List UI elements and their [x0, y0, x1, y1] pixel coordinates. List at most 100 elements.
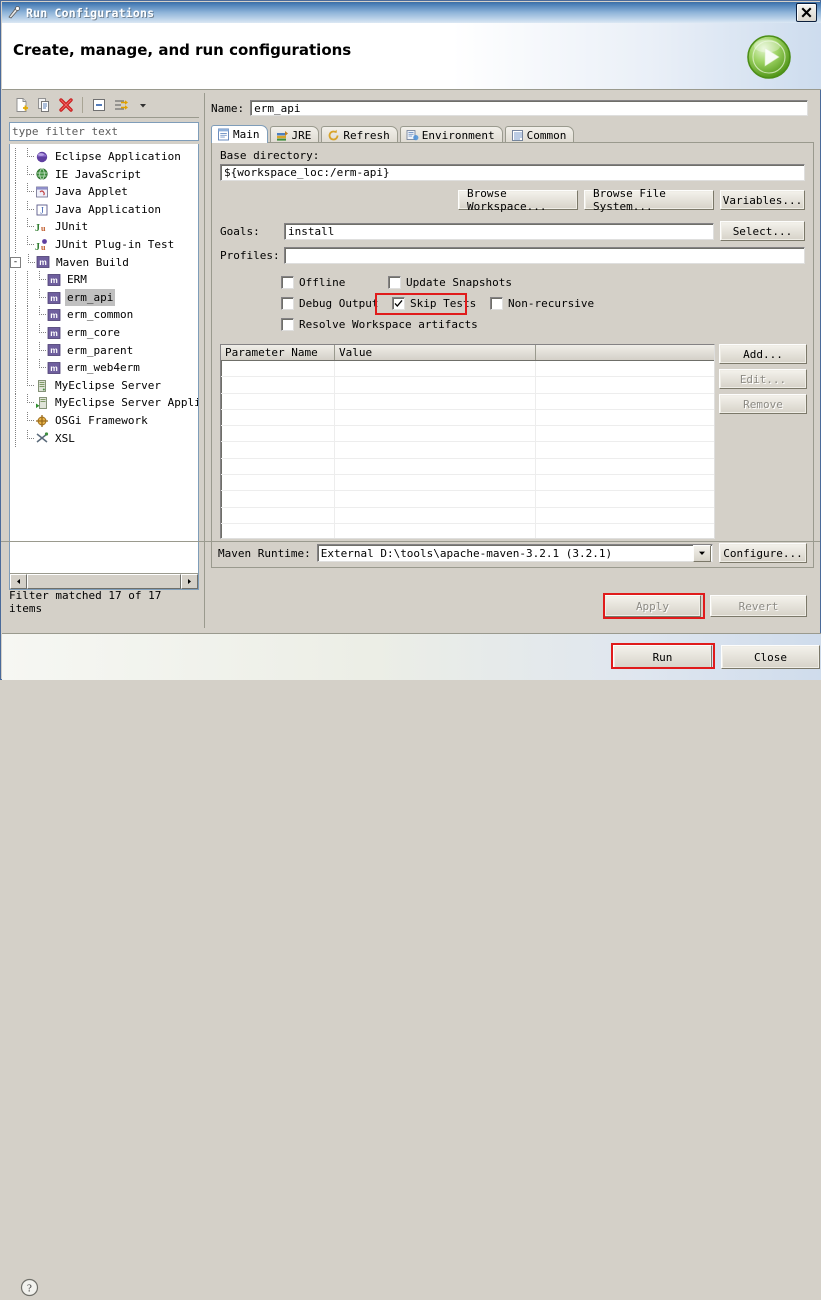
remove-parameter-button[interactable]: Remove — [719, 394, 807, 414]
tab-environment[interactable]: Environment — [400, 126, 503, 143]
tab-jre[interactable]: JRE — [270, 126, 320, 143]
maven-runtime-select[interactable]: External D:\tools\apache-maven-3.2.1 (3.… — [317, 544, 713, 562]
profiles-input[interactable] — [284, 247, 805, 264]
table-row[interactable] — [221, 475, 714, 491]
scrollbar-thumb[interactable] — [27, 574, 181, 589]
tree-expander-maven-build[interactable]: - — [10, 257, 21, 268]
tab-refresh[interactable]: Refresh — [321, 126, 397, 143]
tree-elbow — [34, 306, 46, 324]
svg-text:J: J — [40, 205, 44, 215]
name-row: Name: erm_api — [211, 99, 814, 117]
base-directory-input[interactable]: ${workspace_loc:/erm-api} — [220, 164, 805, 181]
configurations-toolbar — [9, 93, 199, 118]
tree-item-myeclipse-server-application[interactable]: MyEclipse Server Appli — [10, 394, 198, 412]
tree-item-xsl[interactable]: XSL — [10, 430, 198, 448]
tree-item-java-application[interactable]: J Java Application — [10, 201, 198, 219]
tree-guide — [10, 394, 22, 412]
help-question-icon[interactable]: ? — [20, 1278, 39, 1297]
parameters-table[interactable]: Parameter Name Value — [220, 344, 715, 539]
filter-input[interactable]: type filter text — [9, 122, 199, 141]
offline-checkbox[interactable]: Offline — [281, 276, 388, 289]
tree-item-junit[interactable]: Ju JUnit — [10, 218, 198, 236]
table-row[interactable] — [221, 377, 714, 393]
close-button[interactable]: Close — [721, 645, 820, 669]
tree-item-label: JUnit Plug-in Test — [53, 236, 176, 254]
tree-item-junit-plugin-test[interactable]: Ju JUnit Plug-in Test — [10, 236, 198, 254]
tree-item-label: erm_core — [65, 324, 122, 342]
maven-icon: m — [46, 307, 62, 323]
select-goals-button[interactable]: Select... — [720, 221, 805, 241]
table-row[interactable] — [221, 394, 714, 410]
tree-item-label: IE JavaScript — [53, 166, 143, 184]
table-row[interactable] — [221, 524, 714, 539]
tree-guide — [10, 236, 22, 254]
close-window-button[interactable] — [796, 3, 817, 22]
svg-text:m: m — [50, 275, 58, 285]
chevron-down-icon[interactable] — [133, 95, 153, 115]
revert-button[interactable]: Revert — [710, 595, 807, 617]
tree-item-erm-api[interactable]: m erm_api — [10, 289, 198, 307]
configurations-tree[interactable]: Eclipse Application IE JavaScript — [9, 144, 199, 590]
profiles-label: Profiles: — [220, 249, 278, 262]
svg-text:u: u — [41, 243, 46, 252]
delete-red-x-icon[interactable] — [56, 95, 76, 115]
tree-item-erm[interactable]: m ERM — [10, 271, 198, 289]
tree-elbow — [34, 324, 46, 342]
tab-main[interactable]: Main — [211, 125, 268, 143]
copy-icon[interactable] — [34, 95, 54, 115]
tree-item-erm-parent[interactable]: m erm_parent — [10, 342, 198, 360]
tree-elbow — [23, 254, 35, 272]
filter-arrow-icon[interactable] — [111, 95, 131, 115]
tree-horizontal-scrollbar[interactable] — [10, 573, 198, 589]
svg-text:u: u — [41, 224, 46, 233]
apply-revert-row: Apply Revert — [204, 591, 814, 621]
table-row[interactable] — [221, 361, 714, 377]
tree-item-erm-core[interactable]: m erm_core — [10, 324, 198, 342]
variables-button[interactable]: Variables... — [720, 190, 805, 210]
run-button[interactable]: Run — [613, 645, 712, 669]
tree-item-java-applet[interactable]: Java Applet — [10, 183, 198, 201]
debug-output-checkbox[interactable]: Debug Output — [281, 297, 388, 310]
scroll-right-icon[interactable] — [181, 574, 198, 589]
column-header-blank[interactable] — [536, 345, 714, 360]
tree-item-myeclipse-server[interactable]: MyEclipse Server — [10, 377, 198, 395]
column-header-value[interactable]: Value — [335, 345, 536, 360]
non-recursive-checkbox[interactable]: Non-recursive — [490, 297, 594, 310]
add-parameter-button[interactable]: Add... — [719, 344, 807, 364]
table-row[interactable] — [221, 491, 714, 507]
goals-input[interactable]: install — [284, 223, 714, 240]
tree-item-eclipse-application[interactable]: Eclipse Application — [10, 148, 198, 166]
tree-elbow — [22, 166, 34, 184]
environment-tab-icon — [406, 129, 419, 142]
chevron-down-icon[interactable] — [693, 545, 711, 562]
filter-status: Filter matched 17 of 17 items — [9, 593, 199, 610]
tab-common[interactable]: Common — [505, 126, 575, 143]
tree-item-osgi-framework[interactable]: OSGi Framework — [10, 412, 198, 430]
svg-text:?: ? — [27, 1283, 32, 1295]
goals-label: Goals: — [220, 225, 278, 238]
table-row[interactable] — [221, 410, 714, 426]
configure-runtime-button[interactable]: Configure... — [719, 543, 807, 563]
tree-elbow — [22, 183, 34, 201]
browse-workspace-button[interactable]: Browse Workspace... — [458, 190, 578, 210]
skip-tests-checkbox[interactable]: Skip Tests — [388, 297, 490, 310]
column-header-parameter-name[interactable]: Parameter Name — [221, 345, 335, 360]
table-row[interactable] — [221, 459, 714, 475]
table-row[interactable] — [221, 508, 714, 524]
tree-item-erm-web4erm[interactable]: m erm_web4erm — [10, 359, 198, 377]
name-input[interactable]: erm_api — [250, 100, 808, 116]
browse-filesystem-button[interactable]: Browse File System... — [584, 190, 714, 210]
edit-parameter-button[interactable]: Edit... — [719, 369, 807, 389]
new-document-icon[interactable] — [12, 95, 32, 115]
resolve-workspace-artifacts-checkbox[interactable]: Resolve Workspace artifacts — [281, 318, 478, 331]
table-row[interactable] — [221, 442, 714, 458]
green-play-icon — [745, 33, 793, 81]
update-snapshots-checkbox[interactable]: Update Snapshots — [388, 276, 512, 289]
tree-item-erm-common[interactable]: m erm_common — [10, 306, 198, 324]
tree-item-ie-javascript[interactable]: IE JavaScript — [10, 166, 198, 184]
apply-button[interactable]: Apply — [604, 595, 701, 617]
tree-item-maven-build[interactable]: - m Maven Build — [10, 254, 198, 272]
scroll-left-icon[interactable] — [10, 574, 27, 589]
collapse-all-icon[interactable] — [89, 95, 109, 115]
table-row[interactable] — [221, 426, 714, 442]
